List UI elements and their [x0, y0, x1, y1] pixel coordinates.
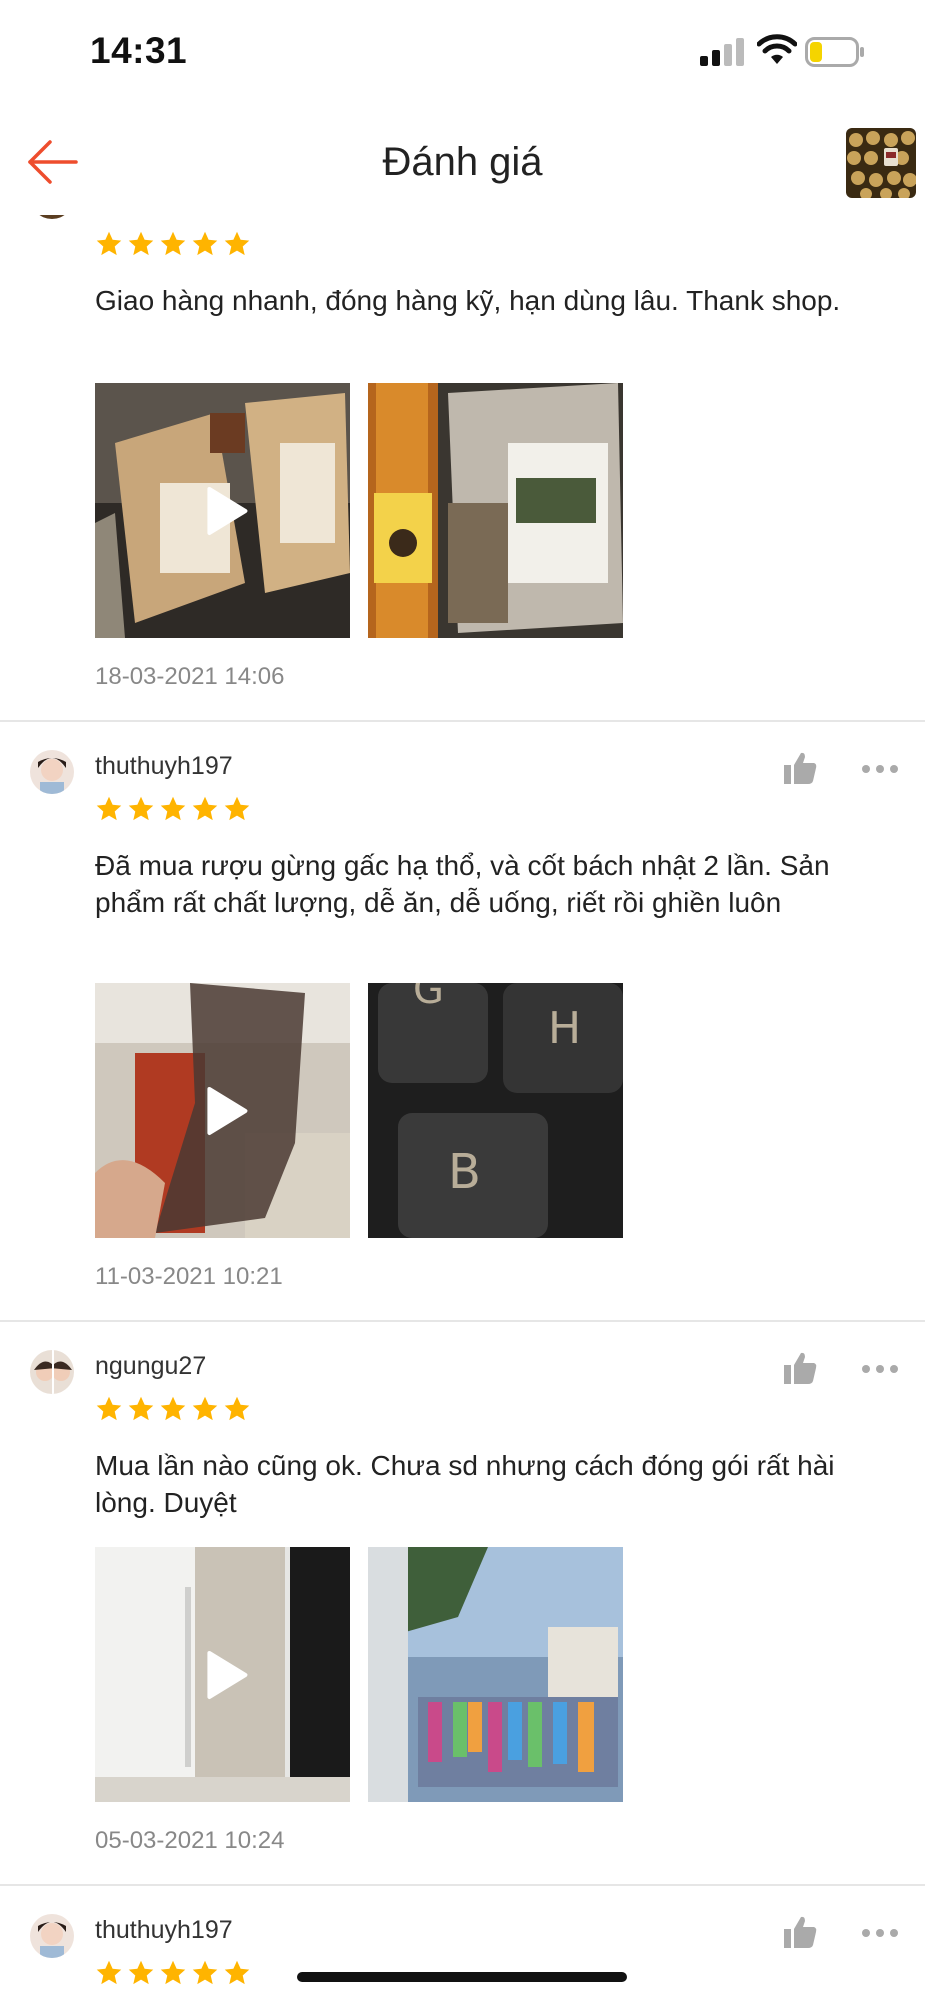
divider [0, 1320, 925, 1322]
svg-text:G: G [413, 983, 444, 1013]
more-options-icon[interactable] [860, 1918, 900, 1948]
review-video[interactable] [95, 383, 350, 638]
more-options-icon[interactable] [860, 1354, 900, 1384]
star-icon [192, 1960, 218, 1985]
star-icon [128, 796, 154, 821]
thumbs-up-icon[interactable] [780, 748, 820, 788]
play-icon[interactable] [205, 1649, 249, 1701]
review-video[interactable] [95, 1547, 350, 1802]
review-image[interactable] [368, 1547, 623, 1802]
star-icon [160, 796, 186, 821]
divider [0, 720, 925, 722]
review-username[interactable]: thuthuyh197 [95, 1916, 233, 1945]
star-icon [224, 796, 250, 821]
star-icon [192, 796, 218, 821]
review-comment: Mua lần nào cũng ok. Chưa sd nhưng cách … [95, 1450, 835, 1518]
status-time: 14:31 [90, 30, 188, 71]
star-icon [224, 1960, 250, 1985]
home-indicator [297, 1972, 627, 1982]
status-bar: 14:31 [0, 0, 925, 100]
star-icon [96, 796, 122, 821]
star-icon [128, 1396, 154, 1421]
review-media [95, 1547, 623, 1802]
star-icon [160, 231, 186, 256]
review-media [95, 383, 623, 638]
review-media: G H B [95, 983, 623, 1238]
review-username[interactable]: thuthuyh197 [95, 752, 233, 781]
star-icon [224, 1396, 250, 1421]
review-date: 05-03-2021 10:24 [95, 1827, 285, 1854]
play-icon[interactable] [205, 485, 249, 537]
svg-text:B: B [448, 1144, 481, 1200]
star-icon [96, 1396, 122, 1421]
review-image[interactable] [368, 383, 623, 638]
star-icon [160, 1960, 186, 1985]
review-date: 11-03-2021 10:21 [95, 1263, 283, 1290]
avatar[interactable] [30, 1914, 74, 1958]
divider [0, 1884, 925, 1886]
avatar[interactable] [30, 1350, 74, 1394]
star-icon [160, 1396, 186, 1421]
header: Đánh giá [0, 110, 925, 215]
thumbs-up-icon[interactable] [780, 1912, 820, 1952]
star-icon [96, 231, 122, 256]
rating-stars [95, 795, 251, 825]
wifi-icon [757, 34, 797, 64]
page-title: Đánh giá [382, 140, 543, 184]
review-username[interactable]: ngungu27 [95, 1352, 206, 1381]
star-icon [192, 1396, 218, 1421]
thumbs-up-icon[interactable] [780, 1348, 820, 1388]
rating-stars [95, 230, 251, 260]
star-icon [128, 1960, 154, 1985]
review-date: 18-03-2021 14:06 [95, 663, 285, 690]
signal-icon [700, 38, 744, 66]
product-thumbnail[interactable] [846, 128, 916, 198]
more-options-icon[interactable] [860, 754, 900, 784]
rating-stars [95, 1395, 251, 1425]
star-icon [224, 231, 250, 256]
review-comment: Giao hàng nhanh, đóng hàng kỹ, hạn dùng … [95, 285, 841, 316]
play-icon[interactable] [205, 1085, 249, 1137]
star-icon [96, 1960, 122, 1985]
review-video[interactable] [95, 983, 350, 1238]
rating-stars [95, 1959, 251, 1989]
avatar[interactable] [30, 750, 74, 794]
star-icon [128, 231, 154, 256]
star-icon [192, 231, 218, 256]
review-comment: Đã mua rượu gừng gấc hạ thổ, và cốt bách… [95, 850, 830, 918]
review-image[interactable]: G H B [368, 983, 623, 1238]
battery-icon [805, 37, 864, 67]
svg-text:H: H [548, 1003, 581, 1054]
